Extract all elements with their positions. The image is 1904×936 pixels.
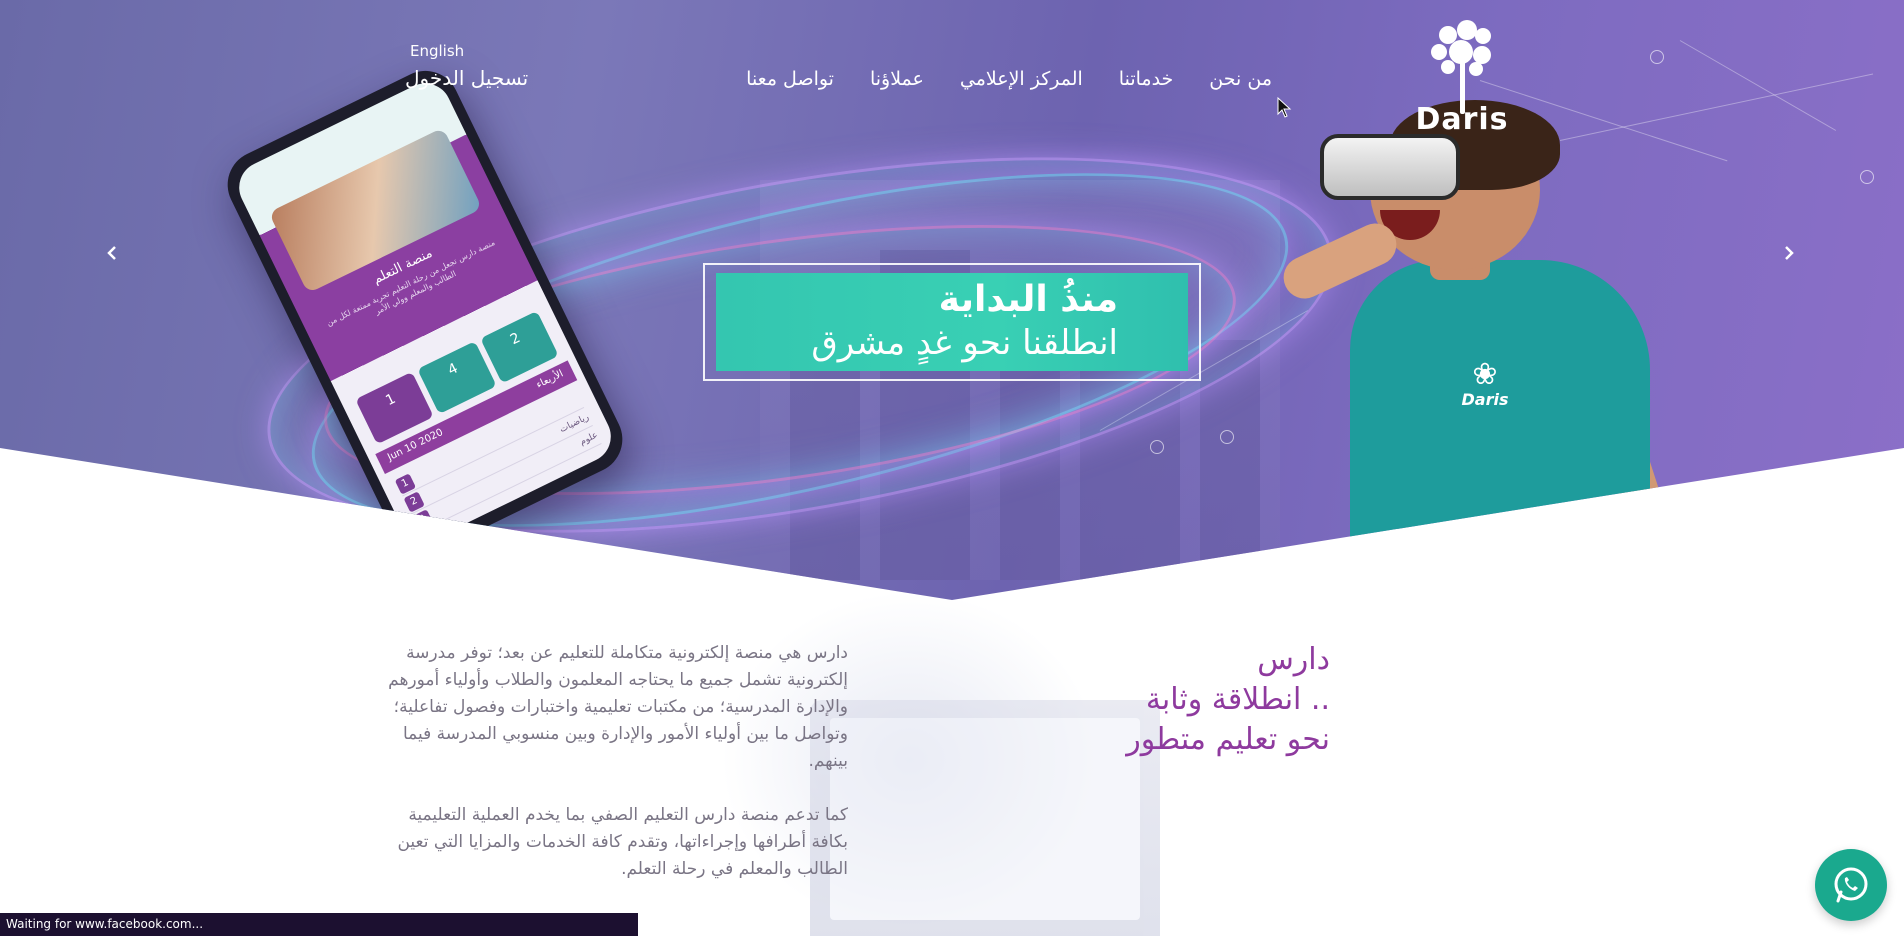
about-title-line2: انطلاقة وثابة ..	[1145, 682, 1330, 717]
browser-status-bar: Waiting for www.facebook.com...	[0, 913, 638, 936]
phone-row-label: علوم	[578, 429, 600, 448]
shirt-logo: ❀ Daris	[1450, 357, 1520, 410]
about-title: دارس انطلاقة وثابة .. نحو تعليم متطور	[1000, 640, 1330, 760]
tree-logo-icon: ❀	[1472, 357, 1498, 392]
whatsapp-icon	[1834, 867, 1868, 903]
slider-next-button[interactable]	[1783, 244, 1795, 266]
about-paragraph: دارس هي منصة إلكترونية متكاملة للتعليم ع…	[388, 643, 848, 771]
about-paragraph: كما تدعم منصة دارس التعليم الصفي بما يخد…	[397, 805, 848, 879]
phone-screen: منصة التعلم منصة دارس تجعل من رحلة التعل…	[230, 74, 620, 550]
nav-item-clients[interactable]: عملاؤنا	[870, 68, 924, 90]
phone-section-label: الأربعاء	[534, 368, 566, 391]
vr-headset-icon	[1320, 134, 1460, 200]
brand-logo[interactable]: Daris	[1412, 20, 1512, 137]
chevron-right-icon	[1785, 246, 1794, 260]
shirt-logo-text: Daris	[1461, 390, 1509, 409]
chevron-left-icon	[107, 246, 116, 260]
about-title-line1: دارس	[1257, 642, 1330, 677]
login-link[interactable]: تسجيل الدخول	[405, 66, 528, 90]
nav-item-media-center[interactable]: المركز الإعلامي	[960, 68, 1083, 90]
hero-headline-line1: منذُ البداية	[938, 279, 1118, 320]
nav-item-contact[interactable]: تواصل معنا	[746, 68, 834, 90]
about-text: دارس هي منصة إلكترونية متكاملة للتعليم ع…	[380, 640, 848, 883]
slider-prev-button[interactable]	[106, 244, 118, 266]
nav-item-services[interactable]: خدماتنا	[1119, 68, 1174, 90]
language-switch[interactable]: English	[410, 42, 464, 60]
nav-item-about[interactable]: من نحن	[1209, 68, 1272, 90]
tree-logo-icon	[1427, 20, 1497, 114]
whatsapp-button[interactable]	[1815, 849, 1887, 921]
vr-kid-illustration: ❀ Daris	[1276, 100, 1700, 580]
hero-headline: منذُ البداية انطلقنا نحو غدٍ مشرق	[716, 273, 1188, 371]
phone-row-number: 3	[412, 508, 434, 531]
hero-headline-line2: انطلقنا نحو غدٍ مشرق	[811, 323, 1118, 363]
main-nav: من نحن خدماتنا المركز الإعلامي عملاؤنا ت…	[746, 68, 1272, 90]
phone-row-number: 4	[420, 526, 443, 549]
about-title-line3: نحو تعليم متطور	[1126, 722, 1330, 757]
